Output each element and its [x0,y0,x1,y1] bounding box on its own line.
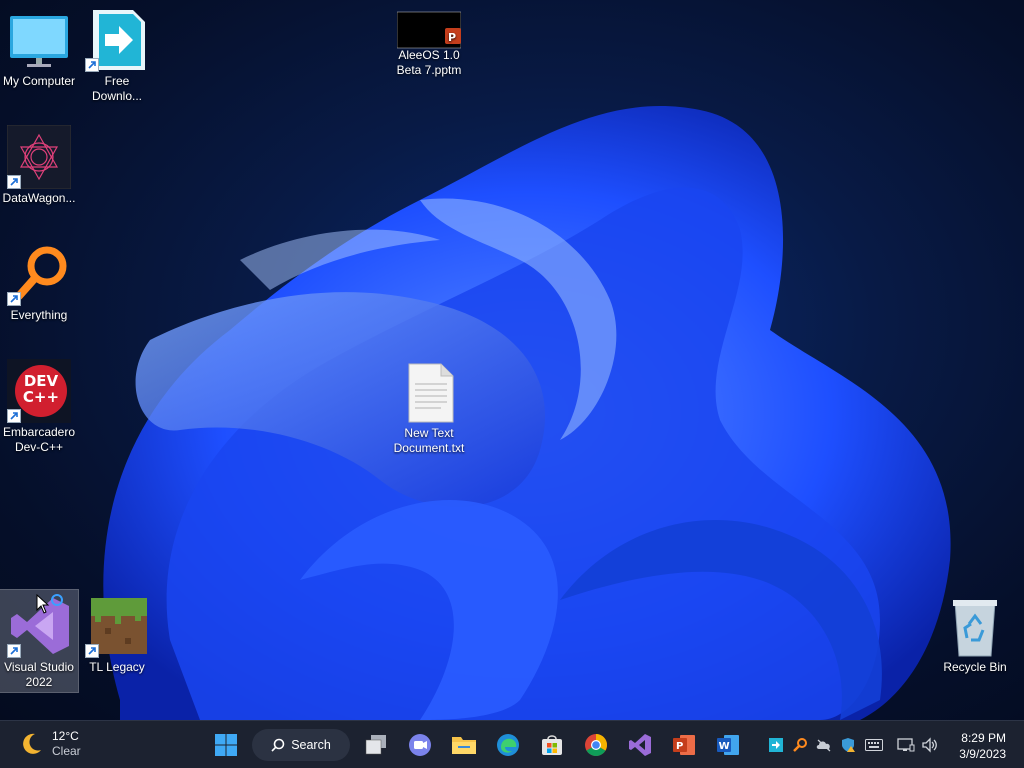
desktop-icon-label: Free Downlo... [91,74,143,103]
desktop-icon-label: Everything [10,308,68,322]
tray-keyboard[interactable] [864,735,884,755]
desktop-icon-label: New Text Document.txt [393,426,465,455]
task-view-button[interactable] [360,729,392,761]
svg-text:P: P [448,31,456,44]
desktop-icon-tl-legacy[interactable]: TL Legacy [78,590,156,675]
powerpoint-button[interactable]: P [668,729,700,761]
text-file-icon [397,360,461,424]
desktop-icon-label: My Computer [2,74,76,88]
shortcut-arrow-icon [85,58,99,72]
desktop-icon-free-download-manager[interactable]: Free Downlo... [78,4,156,104]
microsoft-store-button[interactable] [536,729,568,761]
edge-browser-button[interactable] [492,729,524,761]
mouse-cursor-icon [36,594,50,614]
shortcut-arrow-icon [7,644,21,658]
desktop-icon-everything[interactable]: Everything [0,238,78,323]
powerpoint-icon: P [673,735,695,755]
desktop-icon-label: Recycle Bin [943,660,1007,674]
desktop-icon-my-computer[interactable]: My Computer [0,4,78,89]
weather-condition: Clear [52,744,81,758]
keyboard-icon [865,739,883,751]
monitor-icon [7,8,71,72]
network-icon [897,738,915,752]
clock-time: 8:29 PM [961,731,1006,745]
shield-warning-icon [842,738,855,752]
svg-text:P: P [676,741,683,752]
teams-chat-icon [409,734,431,756]
shortcut-arrow-icon [7,175,21,189]
chrome-button[interactable] [580,729,612,761]
shortcut-arrow-icon [7,292,21,306]
desktop-icon-new-text-document[interactable]: New Text Document.txt [389,356,469,456]
word-button[interactable]: W [712,729,744,761]
search-button[interactable]: Search [252,729,350,761]
desktop-icon-label: TL Legacy [89,660,145,674]
tray-free-download-manager[interactable] [766,735,786,755]
speaker-icon [922,737,937,753]
weather-temperature: 12°C [52,729,79,743]
magnifier-tray-icon [793,738,807,752]
clock-date: 3/9/2023 [959,747,1006,761]
shortcut-arrow-icon [85,644,99,658]
folder-icon [452,737,476,754]
tray-network[interactable] [896,735,916,755]
windows-logo-icon [215,734,237,756]
desktop-icon-datawagon[interactable]: DataWagon... [0,121,78,206]
devcpp-icon: DEV C++ [7,359,71,423]
desktop[interactable]: My Computer Free Downlo... P AleeOS 1.0 … [0,0,1024,720]
word-icon: W [717,735,739,755]
visual-studio-taskbar-button[interactable] [624,729,656,761]
powerpoint-file-thumbnail-icon: P [396,8,462,72]
moon-icon [23,733,41,754]
store-bag-icon [542,735,562,755]
desktop-icon-label: Visual Studio 2022 [4,660,74,689]
desktop-icon-label: Embarcadero Dev-C++ [2,425,76,454]
download-manager-tray-icon [769,738,783,752]
tray-onedrive[interactable] [814,735,834,755]
devcpp-logo-text: DEV [23,372,59,390]
tray-windows-security[interactable] [838,735,858,755]
free-download-manager-icon [85,8,149,72]
shortcut-arrow-icon [7,409,21,423]
task-view-icon [365,735,386,755]
tray-everything[interactable] [790,735,810,755]
minecraft-grass-block-icon [85,594,149,658]
search-label: Search [291,738,331,752]
magnifier-icon [7,242,71,306]
desktop-icon-aleeos-pptm[interactable]: P AleeOS 1.0 Beta 7.pptm [390,4,468,78]
tray-volume[interactable] [920,735,940,755]
datawagon-icon [6,124,72,190]
desktop-icon-devcpp[interactable]: DEV C++ Embarcadero Dev-C++ [0,355,78,455]
chrome-icon [585,734,607,756]
edge-icon [497,734,519,756]
weather-widget[interactable]: 12°C Clear [18,729,81,759]
search-icon [271,738,285,752]
recycle-bin-icon [943,594,1007,658]
desktop-icon-recycle-bin[interactable]: Recycle Bin [936,590,1014,675]
devcpp-logo-text: C++ [22,388,60,406]
taskbar: 12°C Clear Search P W 8:29 PM 3/9/2023 [0,720,1024,768]
cloud-offline-icon [816,739,831,752]
clock[interactable]: 8:29 PM 3/9/2023 [959,730,1006,762]
teams-chat-button[interactable] [404,729,436,761]
visual-studio-icon [629,734,651,756]
svg-text:W: W [719,741,730,752]
start-button[interactable] [210,729,242,761]
desktop-icon-label: DataWagon... [2,191,76,205]
file-explorer-button[interactable] [448,729,480,761]
